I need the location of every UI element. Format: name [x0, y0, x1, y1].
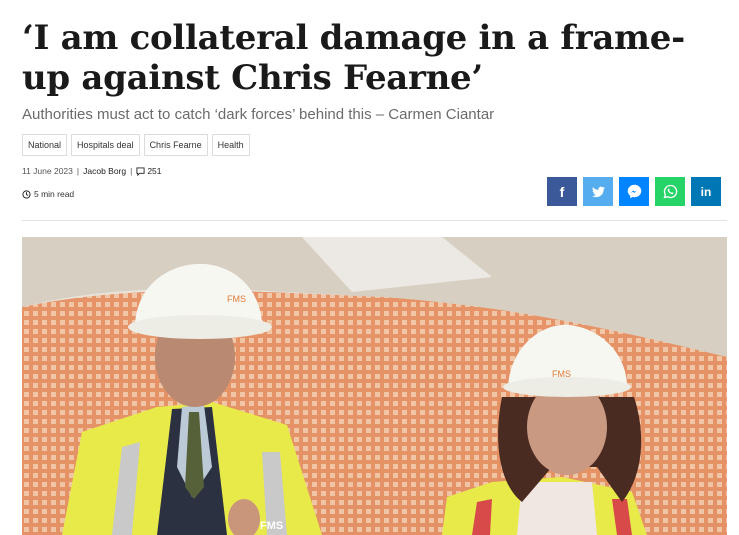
comments-link[interactable]: 251 — [136, 166, 162, 176]
share-facebook-button[interactable]: f — [547, 177, 577, 206]
article-photo: FMS FMS FMS — [22, 237, 727, 535]
helmet-logo: FMS — [227, 294, 246, 304]
clock-icon — [22, 189, 31, 199]
photo-illustration: FMS FMS FMS — [22, 237, 727, 535]
messenger-icon — [627, 184, 641, 199]
comment-icon — [136, 166, 145, 176]
tag-national[interactable]: National — [22, 134, 68, 156]
share-linkedin-button[interactable]: in — [691, 177, 721, 206]
share-bar: f in — [547, 177, 721, 206]
article-meta: 11 June 2023 | Jacob Borg | 251 — [22, 166, 162, 176]
read-time: 5 min read — [22, 189, 74, 199]
linkedin-icon: in — [700, 184, 712, 199]
twitter-icon — [591, 186, 605, 197]
article-subtitle: Authorities must act to catch ‘dark forc… — [22, 106, 495, 123]
share-twitter-button[interactable] — [583, 177, 613, 206]
share-messenger-button[interactable] — [619, 177, 649, 206]
whatsapp-icon — [663, 184, 677, 199]
article-headline: ‘I am collateral damage in a frame-up ag… — [22, 18, 685, 98]
comment-count: 251 — [147, 166, 162, 176]
tag-hospitals-deal[interactable]: Hospitals deal — [71, 134, 140, 156]
tag-chris-fearne[interactable]: Chris Fearne — [143, 134, 208, 156]
tag-health[interactable]: Health — [211, 134, 250, 156]
read-time-label: 5 min read — [34, 189, 75, 199]
share-whatsapp-button[interactable] — [655, 177, 685, 206]
meta-separator: | — [130, 166, 133, 176]
vest-logo: FMS — [260, 520, 283, 532]
publish-date: 11 June 2023 — [22, 166, 73, 176]
header-divider — [22, 220, 727, 221]
tag-list: National Hospitals deal Chris Fearne Hea… — [22, 134, 250, 156]
helmet-logo: FMS — [552, 369, 571, 379]
meta-separator: | — [76, 166, 80, 176]
facebook-icon: f — [559, 183, 565, 200]
author-link[interactable]: Jacob Borg — [83, 166, 126, 176]
